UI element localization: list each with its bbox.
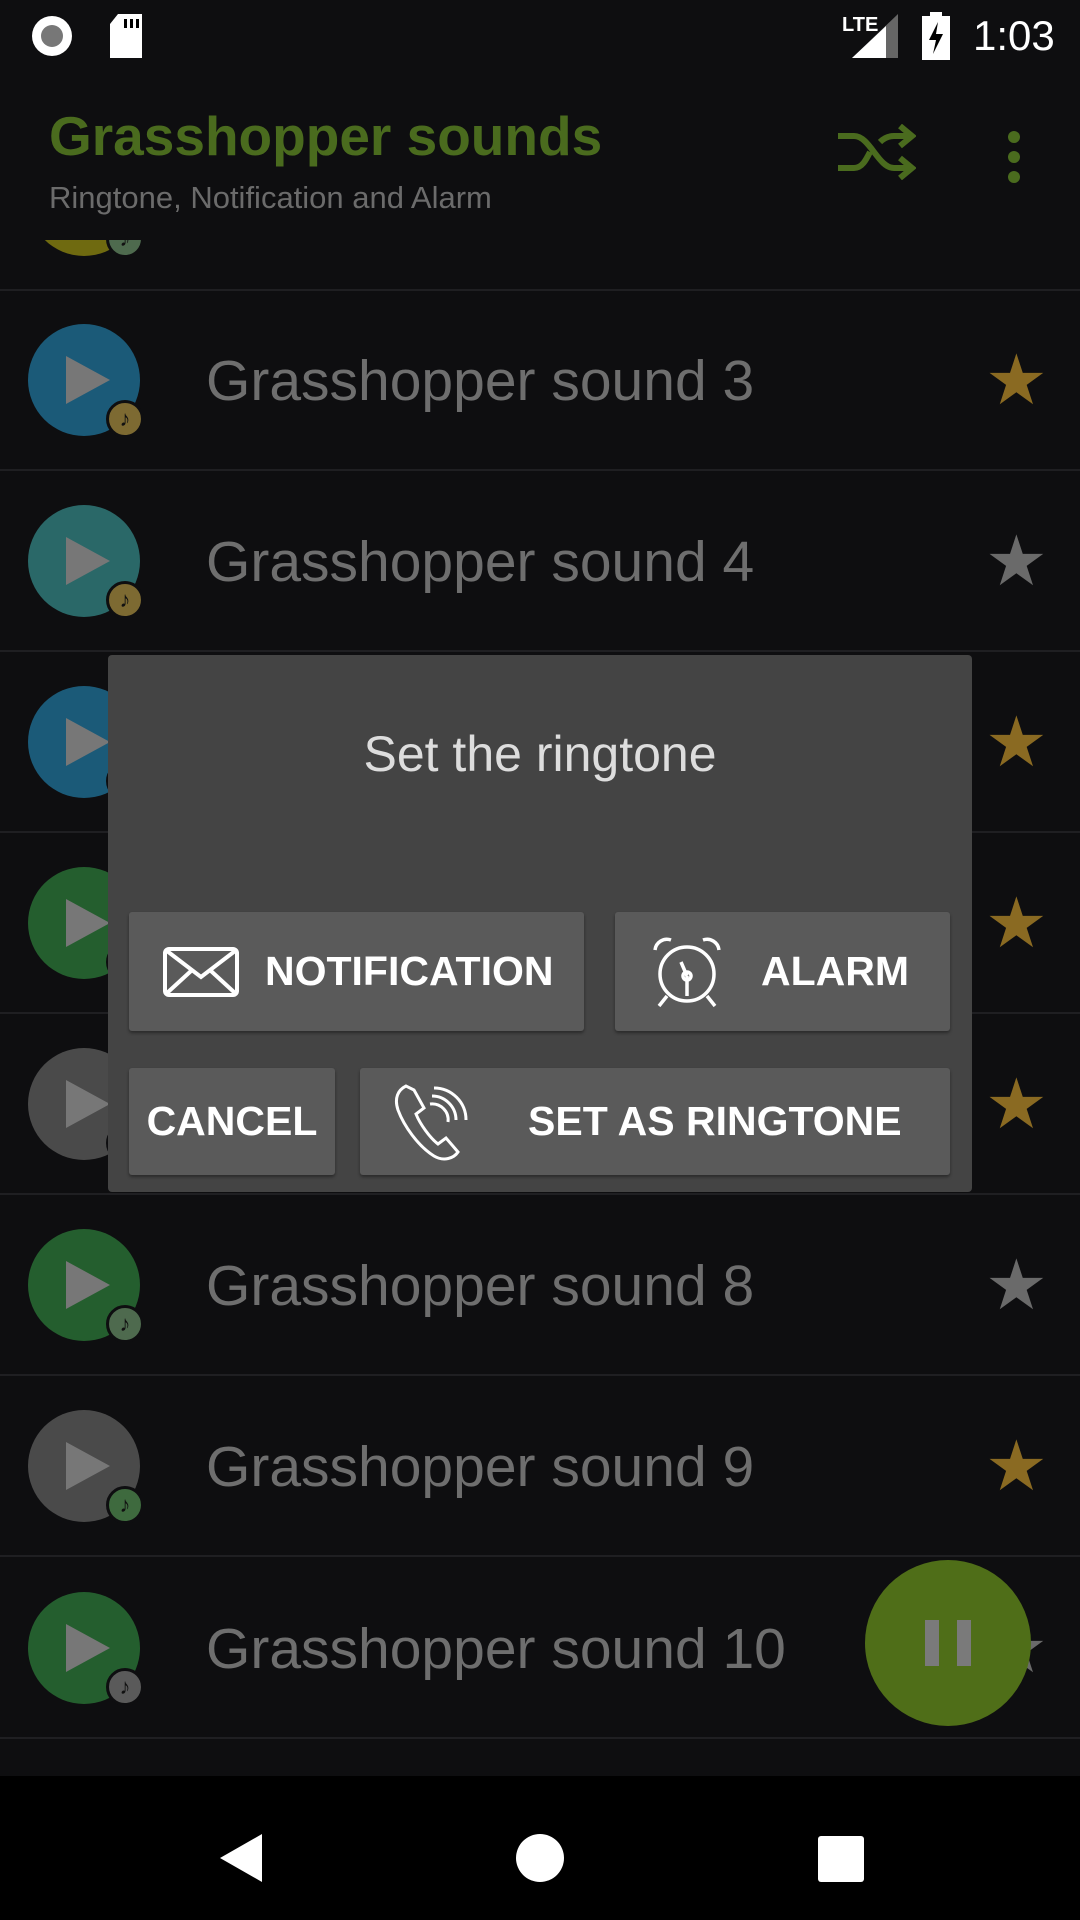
star-outline-icon[interactable]: ★ (985, 526, 1048, 596)
alarm-label: ALARM (761, 948, 910, 994)
shuffle-icon[interactable] (836, 124, 916, 180)
star-filled-icon[interactable]: ★ (985, 888, 1048, 958)
star-filled-icon[interactable]: ★ (985, 707, 1048, 777)
cancel-label: CANCEL (146, 1098, 318, 1144)
signal-icon (852, 14, 898, 58)
envelope-icon (163, 946, 239, 997)
alarm-button[interactable]: ALARM (615, 912, 950, 1031)
list-item[interactable]: ♪ Grasshopper sound 8 ★ (0, 1195, 1080, 1376)
music-note-icon[interactable]: ♪ (106, 1486, 144, 1524)
sound-name: Grasshopper sound 3 (206, 349, 755, 413)
music-note-icon[interactable]: ♪ (106, 1668, 144, 1706)
dialog-title: Set the ringtone (363, 726, 717, 782)
music-note-icon[interactable]: ♪ (106, 400, 144, 438)
music-note-icon[interactable]: ♪ (106, 581, 144, 619)
pause-icon (925, 1620, 971, 1666)
cancel-button[interactable]: CANCEL (129, 1068, 335, 1175)
back-icon[interactable] (216, 1832, 264, 1884)
star-outline-icon[interactable]: ★ (985, 1250, 1048, 1320)
music-note-icon[interactable]: ♪ (106, 1305, 144, 1343)
notification-button[interactable]: NOTIFICATION (129, 912, 584, 1031)
status-bar: LTE 1:03 (0, 0, 1080, 72)
star-filled-icon[interactable]: ★ (985, 1069, 1048, 1139)
sound-name: Grasshopper sound 4 (206, 530, 755, 594)
play-icon (66, 1261, 110, 1309)
home-icon[interactable] (514, 1832, 566, 1884)
play-icon (66, 1080, 110, 1128)
alarm-clock-icon (653, 937, 721, 1007)
star-filled-icon[interactable]: ★ (985, 1431, 1048, 1501)
pause-fab[interactable] (865, 1560, 1031, 1726)
list-item[interactable]: ♪ Grasshopper sound 3 ★ (0, 290, 1080, 471)
play-icon (66, 356, 110, 404)
list-item[interactable]: ♪ Grasshopper sound 9 ★ (0, 1376, 1080, 1557)
sound-name: Grasshopper sound 8 (206, 1254, 755, 1318)
set-ringtone-dialog: Set the ringtone NOTIFICATION ALARM CANC… (108, 655, 972, 1192)
record-icon (32, 16, 72, 56)
play-icon (66, 718, 110, 766)
app-subtitle: Ringtone, Notification and Alarm (49, 180, 492, 215)
more-vert-icon[interactable] (1002, 130, 1026, 184)
app-bar: Grasshopper sounds Ringtone, Notificatio… (0, 72, 1080, 240)
phone-ringing-icon (394, 1083, 468, 1160)
set-as-ringtone-button[interactable]: SET AS RINGTONE (360, 1068, 950, 1175)
sound-name: Grasshopper sound 10 (206, 1617, 786, 1681)
sound-name: Grasshopper sound 9 (206, 1435, 755, 1499)
sd-card-icon (110, 14, 142, 58)
play-icon (66, 899, 110, 947)
star-filled-icon[interactable]: ★ (985, 345, 1048, 415)
navigation-bar (0, 1776, 1080, 1920)
play-icon (66, 1624, 110, 1672)
notification-label: NOTIFICATION (265, 948, 554, 994)
battery-charging-icon (922, 12, 950, 60)
app-title: Grasshopper sounds (49, 105, 603, 167)
play-icon (66, 1442, 110, 1490)
play-icon (66, 537, 110, 585)
clock: 1:03 (973, 12, 1055, 59)
recents-icon[interactable] (818, 1836, 864, 1882)
set-as-ringtone-label: SET AS RINGTONE (528, 1098, 902, 1144)
list-item[interactable]: ♪ Grasshopper sound 4 ★ (0, 471, 1080, 652)
